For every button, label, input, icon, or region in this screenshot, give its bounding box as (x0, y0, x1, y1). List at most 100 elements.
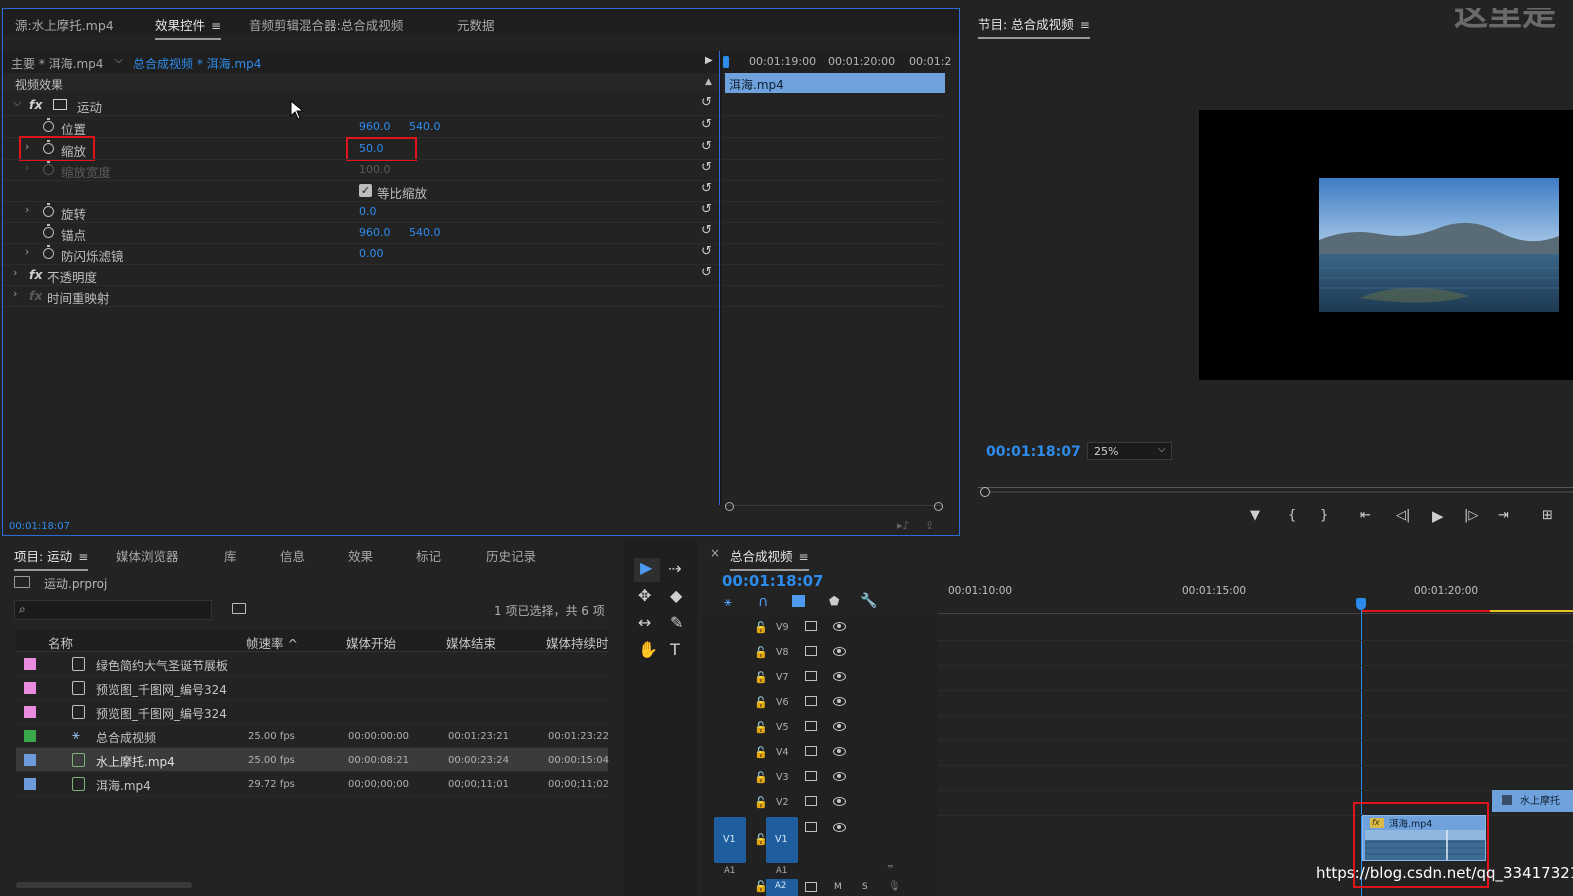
add-marker-icon[interactable]: ⬟ (829, 594, 839, 608)
panel-menu-icon[interactable]: ≡ (799, 550, 809, 564)
tab-sequence[interactable]: 总合成视频 ≡ (730, 546, 809, 571)
eye-icon[interactable] (833, 697, 846, 706)
timeline-playhead-icon[interactable] (1356, 598, 1366, 610)
chevron-right-icon[interactable]: › (13, 266, 17, 279)
project-row[interactable]: ⚹ 总合成视频 25.00 fps 00:00:00:00 00:01:23:2… (16, 724, 609, 748)
column-media-duration[interactable]: 媒体持续时 (546, 633, 608, 652)
eye-icon[interactable] (833, 622, 846, 631)
step-forward-button[interactable]: |▷ (1464, 508, 1478, 523)
sync-lock-icon[interactable] (805, 771, 817, 781)
slip-tool[interactable]: ↔ (638, 613, 651, 632)
chevron-right-icon[interactable]: › (25, 203, 29, 216)
program-ruler[interactable] (978, 476, 1573, 488)
reset-icon[interactable]: ↺ (701, 95, 712, 110)
type-tool[interactable]: T (670, 640, 680, 659)
tab-media-browser[interactable]: 媒体浏览器 (116, 546, 179, 565)
mark-out-button[interactable]: } (1320, 508, 1328, 523)
collapse-up-icon[interactable]: ▲ (705, 77, 712, 87)
anchor-y-value[interactable]: 540.0 (409, 226, 441, 239)
v1-target-patch[interactable]: V1 (766, 817, 798, 863)
reset-icon[interactable]: ↺ (701, 117, 712, 132)
mini-timeline-scrollbar[interactable] (725, 502, 943, 513)
solo-button[interactable]: S (862, 882, 868, 892)
panel-menu-icon[interactable]: ≡ (78, 550, 88, 564)
column-media-start[interactable]: 媒体开始 (346, 633, 396, 652)
eye-icon[interactable] (833, 722, 846, 731)
tab-effects[interactable]: 效果 (348, 546, 373, 565)
sync-lock-icon[interactable] (805, 621, 817, 631)
sync-lock-icon[interactable] (805, 721, 817, 731)
reset-icon[interactable]: ↺ (701, 244, 712, 259)
razor-tool[interactable]: ◆ (670, 586, 682, 605)
search-input[interactable] (35, 602, 205, 618)
track-resize-handle-icon[interactable]: ═ (888, 862, 893, 871)
playhead-marker-icon[interactable] (723, 56, 729, 68)
microphone-icon[interactable]: 🎙 (888, 881, 901, 892)
position-x-value[interactable]: 960.0 (359, 120, 391, 133)
sync-lock-icon[interactable] (805, 671, 817, 681)
project-row[interactable]: 洱海.mp4 29.72 fps 00;00;00;00 00;00;11;01… (16, 772, 609, 796)
project-row[interactable]: 预览图_千图网_编号324 (16, 700, 608, 724)
lock-icon[interactable]: 🔓 (754, 771, 768, 784)
reset-icon[interactable]: ↺ (701, 223, 712, 238)
fx-badge[interactable]: fx (29, 97, 43, 112)
tab-program[interactable]: 节目: 总合成视频 ≡ (978, 14, 1090, 39)
project-search-field[interactable]: ⌕ (14, 600, 212, 620)
chevron-right-icon[interactable]: › (25, 245, 29, 258)
label-color-swatch[interactable] (24, 658, 36, 670)
tab-effect-controls[interactable]: 效果控件 ≡ (155, 15, 222, 40)
program-scrollbar[interactable] (990, 491, 1573, 493)
program-video-frame[interactable] (1199, 110, 1573, 380)
scroll-handle-right[interactable] (934, 502, 943, 511)
sync-lock-icon[interactable] (805, 646, 817, 656)
tab-libraries[interactable]: 库 (224, 546, 237, 565)
stopwatch-icon[interactable] (43, 118, 54, 132)
sequence-clip-label[interactable]: 总合成视频 * 洱海.mp4 (133, 55, 261, 72)
chevron-down-icon[interactable]: ⌵ (13, 96, 21, 110)
sync-lock-icon[interactable] (805, 822, 817, 832)
position-y-value[interactable]: 540.0 (409, 120, 441, 133)
project-row[interactable]: 预览图_千图网_编号324 (16, 676, 608, 700)
ripple-edit-tool[interactable]: ✥ (638, 586, 651, 605)
lock-icon[interactable]: 🔓 (754, 696, 768, 709)
reset-icon[interactable]: ↺ (701, 139, 712, 154)
eye-icon[interactable] (833, 647, 846, 656)
mini-timeline-splitter[interactable] (719, 51, 722, 505)
selection-tool[interactable]: ▶ (634, 558, 660, 582)
reset-icon[interactable]: ↺ (701, 160, 712, 175)
tab-markers[interactable]: 标记 (416, 546, 441, 565)
step-back-button[interactable]: ◁| (1396, 508, 1410, 523)
fx-badge[interactable]: fx (29, 267, 43, 282)
lock-icon[interactable]: 🔓 (754, 671, 768, 684)
stopwatch-icon[interactable] (43, 203, 54, 217)
pen-tool[interactable]: ✎ (670, 613, 683, 632)
rotation-value[interactable]: 0.0 (359, 205, 377, 218)
sync-lock-icon[interactable] (805, 796, 817, 806)
lock-icon[interactable]: 🔓 (754, 796, 768, 809)
a1-target-label[interactable]: A1 (776, 866, 787, 876)
v1-source-patch[interactable]: V1 (714, 817, 746, 863)
master-clip-label[interactable]: 主要 * 洱海.mp4 (11, 55, 103, 72)
project-horizontal-scrollbar[interactable] (16, 882, 192, 888)
time-remap-effect-row[interactable]: › fx 时间重映射 (3, 285, 721, 306)
checkbox-checked[interactable]: ✓ (359, 184, 372, 197)
timeline-timecode[interactable]: 00:01:18:07 (722, 572, 824, 590)
linked-selection-icon[interactable] (792, 595, 805, 607)
nest-toggle-icon[interactable]: ⚹ (724, 595, 732, 610)
reset-icon[interactable]: ↺ (701, 181, 712, 196)
lock-icon[interactable]: 🔓 (754, 746, 768, 759)
add-marker-button[interactable]: ▼ (1250, 508, 1260, 523)
lock-icon[interactable]: 🔓 (754, 646, 768, 659)
reset-icon[interactable]: ↺ (701, 265, 712, 280)
play-button[interactable]: ▶ (1432, 507, 1444, 525)
mini-timeline-ruler[interactable]: 00:01:19:00 00:01:20:00 00:01:2 (721, 51, 951, 73)
sync-lock-icon[interactable] (805, 746, 817, 756)
panel-menu-icon[interactable]: ≡ (211, 19, 221, 33)
tab-history[interactable]: 历史记录 (486, 546, 536, 565)
column-fps[interactable]: 帧速率 ^ (246, 633, 298, 652)
project-row[interactable]: 绿色简约大气圣诞节展板 (16, 652, 608, 676)
tab-metadata[interactable]: 元数据 (457, 15, 495, 34)
stopwatch-icon[interactable] (43, 245, 54, 259)
label-color-swatch[interactable] (24, 706, 36, 718)
lock-icon[interactable]: 🔓 (754, 621, 768, 634)
